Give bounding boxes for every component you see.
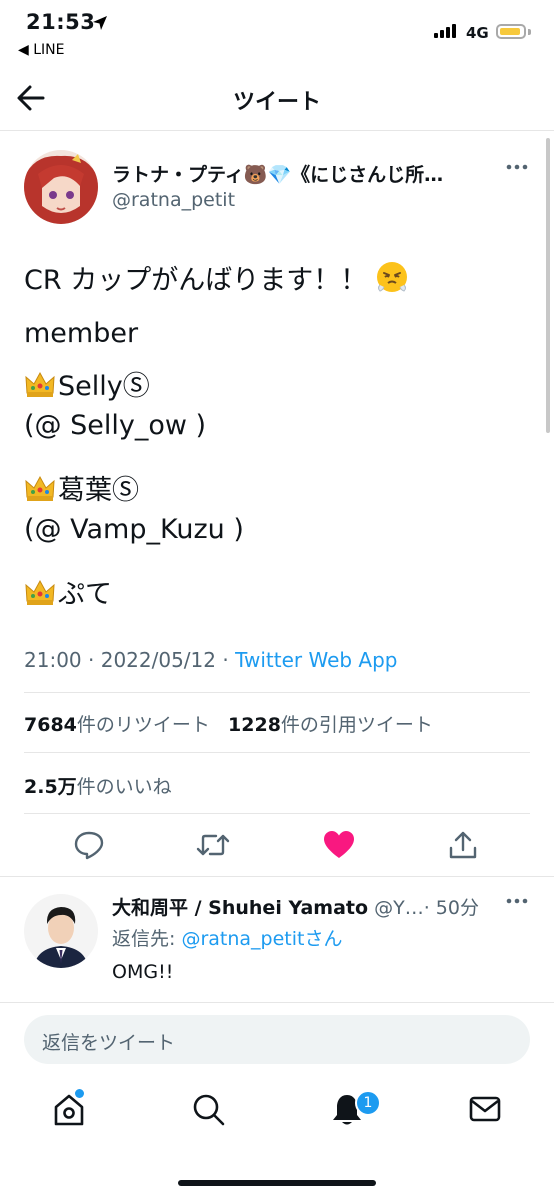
location-arrow-icon: [93, 16, 107, 30]
circled-s: Ⓢ: [122, 371, 150, 402]
signal-icon: [434, 24, 456, 38]
reply-header: 大和周平 / Shuhei Yamato @Y…· 50分: [112, 893, 494, 920]
replying-to-mention[interactable]: @ratna_petit: [181, 928, 304, 950]
tweet-line-0: CR カップがんばります！！: [24, 265, 368, 296]
mail-icon[interactable]: [469, 1093, 501, 1125]
back-to-app-link[interactable]: ◀ LINE: [18, 42, 64, 58]
scroll-indicator[interactable]: [546, 138, 550, 433]
crown-icon: [25, 475, 55, 501]
battery-icon: [496, 24, 526, 39]
retweets-link[interactable]: 7684件のリツイート: [24, 714, 210, 736]
like-icon[interactable]: [323, 830, 355, 860]
more-icon[interactable]: [506, 897, 528, 905]
status-time: 21:53: [26, 10, 96, 34]
divider: [0, 876, 554, 877]
quotes-link[interactable]: 1228件の引用ツイート: [228, 714, 433, 736]
tweet-line-3[interactable]: (@ Selly_ow ): [24, 410, 206, 441]
tweet-meta: 21:00 · 2022/05/12 · Twitter Web App: [24, 648, 398, 672]
divider: [24, 752, 530, 753]
tweet-mention-line[interactable]: (@ Selly_ow ): [24, 410, 206, 441]
home-icon[interactable]: [53, 1093, 85, 1127]
tweet-line-1: member: [24, 318, 139, 349]
author-avatar[interactable]: [24, 150, 98, 224]
reply-icon[interactable]: [74, 830, 104, 860]
reply-author-handle[interactable]: @Y…: [374, 897, 424, 919]
replying-to-label: 返信先:: [112, 928, 182, 950]
tweet-member-line: ぷて: [24, 572, 112, 611]
more-icon[interactable]: [506, 163, 528, 171]
page-title: ツイート: [232, 90, 321, 115]
quotes-label: 件の引用ツイート: [280, 714, 433, 736]
likes-count: 2.5万: [24, 776, 77, 798]
tweet-text-line: CR カップがんばります！！: [24, 258, 410, 297]
reply-author-name[interactable]: 大和周平 / Shuhei Yamato: [112, 897, 368, 919]
reply-text: OMG!!: [112, 961, 174, 983]
nav-divider: [0, 130, 554, 131]
home-indicator[interactable]: [178, 1180, 376, 1186]
home-badge-dot: [75, 1089, 84, 1098]
via-app-link[interactable]: Twitter Web App: [235, 648, 397, 672]
notifications-badge: 1: [355, 1090, 381, 1116]
replying-to-suffix: さん: [304, 928, 343, 950]
retweets-label: 件のリツイート: [76, 714, 210, 736]
circled-s: Ⓢ: [112, 475, 139, 506]
search-icon[interactable]: [192, 1093, 226, 1127]
divider: [24, 813, 530, 814]
divider: [24, 692, 530, 693]
tweet-line-6: ぷて: [58, 579, 112, 610]
replying-to: 返信先: @ratna_petitさん: [112, 924, 343, 951]
likes-link[interactable]: 2.5万件のいいね: [24, 772, 172, 799]
tweet-member-line: SellyⓈ: [24, 364, 150, 403]
tweet-mention-line[interactable]: (@ Vamp_Kuzu ): [24, 514, 244, 545]
crown-icon: [25, 371, 55, 397]
tweet-line-2: Selly: [58, 371, 123, 402]
reply-time: · 50分: [423, 897, 479, 919]
reply-avatar[interactable]: [24, 894, 98, 968]
engagement-stats-row: 7684件のリツイート 1228件の引用ツイート: [24, 710, 433, 737]
retweet-icon[interactable]: [196, 830, 230, 860]
battery-cap: [528, 29, 531, 35]
likes-label: 件のいいね: [76, 776, 172, 798]
huffing-face-icon: [376, 262, 407, 292]
meta-separator: ·: [88, 648, 95, 672]
author-handle[interactable]: @ratna_petit: [112, 189, 235, 211]
meta-separator: ·: [222, 648, 229, 672]
network-type: 4G: [466, 24, 489, 42]
tweet-time: 21:00: [24, 648, 82, 672]
author-name[interactable]: ラトナ・プティ🐻💎《にじさんじ所…: [112, 160, 492, 187]
crown-icon: [25, 579, 55, 605]
retweets-count: 7684: [24, 714, 77, 736]
tweet-line-4: 葛葉: [58, 475, 112, 506]
quotes-count: 1228: [228, 714, 281, 736]
tweet-date: 2022/05/12: [100, 648, 216, 672]
reply-compose-input[interactable]: 返信をツイート: [24, 1015, 530, 1064]
share-icon[interactable]: [449, 830, 477, 860]
tweet-line-5[interactable]: (@ Vamp_Kuzu ): [24, 514, 244, 545]
tweet-member-line: 葛葉Ⓢ: [24, 468, 139, 507]
